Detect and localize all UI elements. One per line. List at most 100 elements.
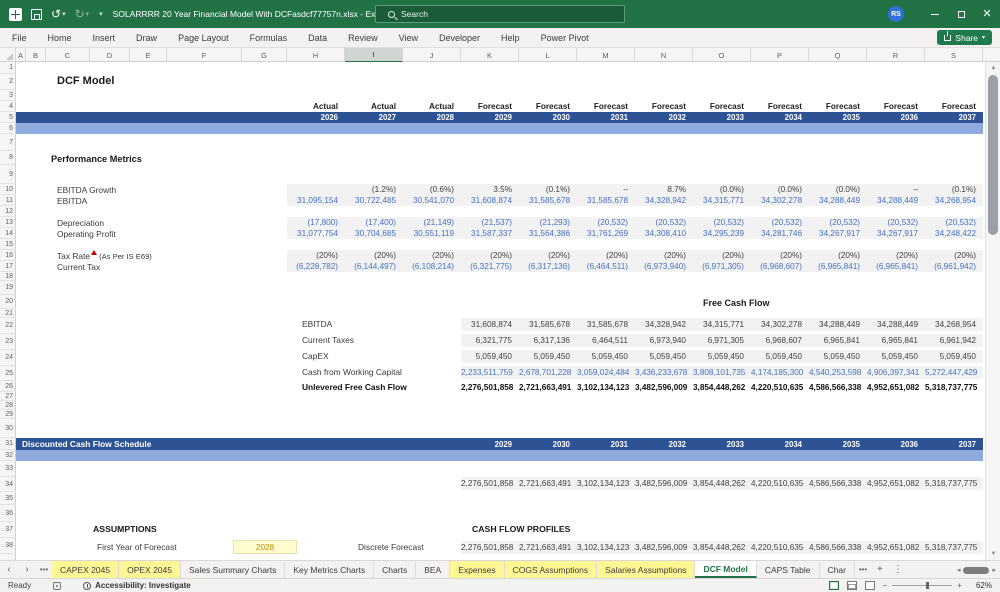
minimize-button[interactable] — [922, 0, 948, 28]
data-cell[interactable]: (20%) — [287, 251, 345, 260]
period-type-cell[interactable]: Forecast — [925, 102, 983, 111]
row-label[interactable]: Cash from Working Capital — [16, 366, 461, 377]
data-cell[interactable]: 4,586,566,338 — [809, 543, 867, 552]
data-cell[interactable]: 5,059,450 — [519, 352, 577, 361]
year-cell[interactable]: 2031 — [577, 440, 635, 449]
row-label[interactable]: Unlevered Free Cash Flow — [16, 381, 461, 392]
zoom-level[interactable]: 62% — [970, 581, 992, 590]
row-header[interactable]: 21 — [0, 309, 16, 318]
year-cell[interactable]: 2033 — [693, 440, 751, 449]
year-cell[interactable]: 2037 — [925, 113, 983, 122]
data-cell[interactable]: (17,400) — [345, 218, 403, 227]
share-button[interactable]: Share ▾ — [937, 30, 992, 45]
sheet-tab[interactable]: CAPS Table — [756, 561, 820, 578]
data-cell[interactable]: 3,102,134,123 — [577, 543, 635, 552]
discrete-forecast-label[interactable]: Discrete Forecast — [358, 542, 424, 552]
column-header[interactable]: O — [693, 48, 751, 62]
scroll-down-icon[interactable]: ▼ — [986, 548, 1000, 560]
data-cell[interactable]: 3,854,448,262 — [693, 543, 751, 552]
period-type-cell[interactable]: Forecast — [519, 102, 577, 111]
first-year-label[interactable]: First Year of Forecast — [97, 542, 177, 552]
data-cell[interactable]: 31,585,678 — [519, 320, 577, 329]
data-cell[interactable]: 4,906,397,341 — [867, 368, 925, 377]
row-header[interactable]: 5 — [0, 112, 16, 123]
scroll-up-icon[interactable]: ▲ — [986, 62, 1000, 74]
add-sheet-button[interactable]: + — [871, 561, 889, 578]
row-header[interactable]: 18 — [0, 272, 16, 281]
data-cell[interactable]: 2,276,501,858 — [461, 479, 519, 488]
data-cell[interactable]: 6,464,511 — [577, 336, 635, 345]
data-cell[interactable]: 30,541,070 — [403, 196, 461, 205]
data-cell[interactable]: 34,302,278 — [751, 320, 809, 329]
row-label[interactable]: Current Tax — [16, 262, 287, 272]
data-cell[interactable]: 6,321,775 — [461, 336, 519, 345]
data-cell[interactable]: 5,059,450 — [693, 352, 751, 361]
row-header[interactable]: 25 — [0, 366, 16, 381]
data-cell[interactable]: (0.0%) — [751, 185, 809, 194]
redo-icon[interactable]: ↻ ▾ — [75, 8, 90, 20]
column-header[interactable]: S — [925, 48, 983, 62]
data-cell[interactable]: 2,721,663,491 — [519, 543, 577, 552]
period-type-cell[interactable]: Forecast — [693, 102, 751, 111]
ribbon-tab[interactable]: Draw — [136, 33, 157, 43]
sheet-tab[interactable]: CAPEX 2045 — [52, 561, 120, 578]
sheet-tab[interactable]: DCF Model — [695, 561, 757, 578]
data-cell[interactable]: (20%) — [751, 251, 809, 260]
ribbon-tab[interactable]: View — [399, 33, 418, 43]
data-cell[interactable]: 31,585,678 — [577, 320, 635, 329]
column-header[interactable]: L — [519, 48, 577, 62]
page-break-view-icon[interactable] — [864, 581, 875, 590]
row-header[interactable]: 10 — [0, 184, 16, 195]
year-cell[interactable]: 2036 — [867, 440, 925, 449]
row-label[interactable]: Depreciation — [16, 218, 287, 228]
data-cell[interactable]: (6,968,607) — [751, 262, 809, 271]
row-label[interactable]: Current Taxes — [16, 334, 461, 345]
data-cell[interactable]: (0.1%) — [925, 185, 983, 194]
row-label[interactable]: EBITDA — [16, 196, 287, 206]
data-cell[interactable]: 34,248,422 — [925, 229, 983, 238]
row-header[interactable]: 23 — [0, 334, 16, 350]
ribbon-tab[interactable]: Page Layout — [178, 33, 229, 43]
first-year-input-cell[interactable]: 2028 — [233, 540, 297, 554]
row-label[interactable]: Tax Rate (As Per IS E69) — [16, 250, 287, 261]
year-cell[interactable]: 2035 — [809, 113, 867, 122]
normal-view-icon[interactable] — [828, 581, 839, 590]
data-cell[interactable]: 34,267,917 — [809, 229, 867, 238]
data-cell[interactable]: 34,288,449 — [809, 320, 867, 329]
data-cell[interactable]: 31,585,678 — [577, 196, 635, 205]
data-cell[interactable]: (20%) — [809, 251, 867, 260]
year-cell[interactable]: 2031 — [577, 113, 635, 122]
column-header[interactable]: R — [867, 48, 925, 62]
row-header[interactable]: 12 — [0, 206, 16, 217]
next-sheet-icon[interactable]: › — [18, 561, 36, 578]
macro-record-icon[interactable] — [53, 581, 62, 590]
row-header[interactable]: 31 — [0, 438, 16, 450]
data-cell[interactable]: 34,267,917 — [867, 229, 925, 238]
data-cell[interactable]: (6,144,497) — [345, 262, 403, 271]
row-header[interactable]: 28 — [0, 401, 16, 410]
sheet-tab[interactable]: Key Metrics Charts — [285, 561, 375, 578]
column-header[interactable]: N — [635, 48, 693, 62]
row-header[interactable]: 19 — [0, 281, 16, 295]
row-header[interactable]: 29 — [0, 410, 16, 419]
sheet-tab[interactable]: BEA — [416, 561, 451, 578]
year-cell[interactable]: 2026 — [287, 113, 345, 122]
data-cell[interactable]: 3,436,233,678 — [635, 368, 693, 377]
row-header[interactable]: 8 — [0, 151, 16, 165]
year-cell[interactable]: 2029 — [461, 440, 519, 449]
data-cell[interactable]: 2,721,663,491 — [519, 383, 577, 392]
data-cell[interactable]: 3,102,134,123 — [577, 383, 635, 392]
undo-icon[interactable]: ↺ ▾ — [51, 8, 66, 20]
data-cell[interactable]: 6,968,607 — [751, 336, 809, 345]
data-cell[interactable]: 4,220,510,635 — [751, 479, 809, 488]
year-cell[interactable]: 2034 — [751, 440, 809, 449]
row-header[interactable]: 35 — [0, 492, 16, 505]
year-cell[interactable]: 2036 — [867, 113, 925, 122]
period-type-cell[interactable]: Forecast — [867, 102, 925, 111]
data-cell[interactable]: 31,564,386 — [519, 229, 577, 238]
row-header[interactable]: 1 — [0, 62, 16, 74]
year-cell[interactable]: 2034 — [751, 113, 809, 122]
data-cell[interactable]: (20,532) — [693, 218, 751, 227]
data-cell[interactable]: 34,288,449 — [867, 196, 925, 205]
data-cell[interactable]: 6,317,136 — [519, 336, 577, 345]
